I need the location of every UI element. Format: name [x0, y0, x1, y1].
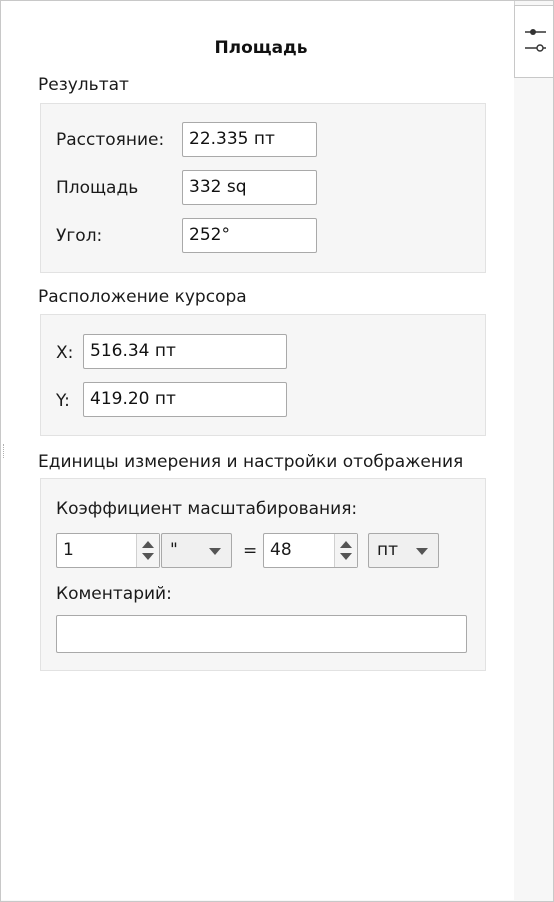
cursor-y-field[interactable]: 419.20 пт: [83, 382, 287, 417]
cursor-group: X: 516.34 пт Y: 419.20 пт: [40, 314, 486, 436]
cursor-y-label: Y:: [56, 391, 70, 411]
arrow-up-icon[interactable]: [142, 541, 154, 548]
scale-right-stepper[interactable]: 48: [263, 533, 358, 568]
area-field[interactable]: 332 sq: [182, 170, 317, 205]
sidebar-tab-properties[interactable]: [514, 5, 553, 78]
arrow-up-icon[interactable]: [340, 541, 352, 548]
scale-left-stepper[interactable]: 1: [56, 533, 160, 568]
cursor-x-label: X:: [56, 343, 74, 363]
distance-label: Расстояние:: [56, 130, 165, 150]
scale-right-unit-select[interactable]: пт: [368, 533, 439, 568]
distance-field[interactable]: 22.335 пт: [182, 122, 317, 157]
result-group: Расстояние: 22.335 пт Площадь 332 sq Уго…: [40, 103, 486, 273]
units-group: Коэффициент масштабирования: 1 " = 48 пт…: [40, 478, 486, 671]
comment-label: Коментарий:: [56, 584, 172, 604]
scale-left-value: 1: [63, 540, 74, 560]
sliders-icon: [525, 29, 546, 52]
cursor-x-field[interactable]: 516.34 пт: [83, 334, 287, 369]
scale-right-value: 48: [270, 540, 292, 560]
sidebar-strip: [514, 78, 552, 900]
measure-panel: Площадь Результат Расстояние: 22.335 пт …: [1, 1, 515, 900]
panel-title: Площадь: [214, 38, 308, 58]
resize-grip[interactable]: [3, 444, 6, 458]
stepper-arrows[interactable]: [136, 534, 159, 567]
scale-label: Коэффициент масштабирования:: [56, 499, 358, 519]
result-heading: Результат: [38, 75, 129, 95]
cursor-heading: Расположение курсора: [38, 287, 247, 307]
angle-label: Угол:: [56, 226, 103, 246]
scale-left-unit-value: ": [170, 540, 178, 560]
angle-field[interactable]: 252°: [182, 218, 317, 253]
comment-field[interactable]: [56, 615, 467, 653]
equals-sign: =: [243, 541, 258, 561]
area-label: Площадь: [56, 178, 139, 198]
chevron-down-icon: [416, 548, 428, 555]
units-heading: Единицы измерения и настройки отображени…: [38, 452, 464, 472]
scale-left-unit-select[interactable]: ": [161, 533, 232, 568]
chevron-down-icon: [209, 548, 221, 555]
arrow-down-icon[interactable]: [340, 553, 352, 560]
scale-right-unit-value: пт: [377, 540, 399, 560]
stepper-arrows[interactable]: [334, 534, 357, 567]
arrow-down-icon[interactable]: [142, 553, 154, 560]
